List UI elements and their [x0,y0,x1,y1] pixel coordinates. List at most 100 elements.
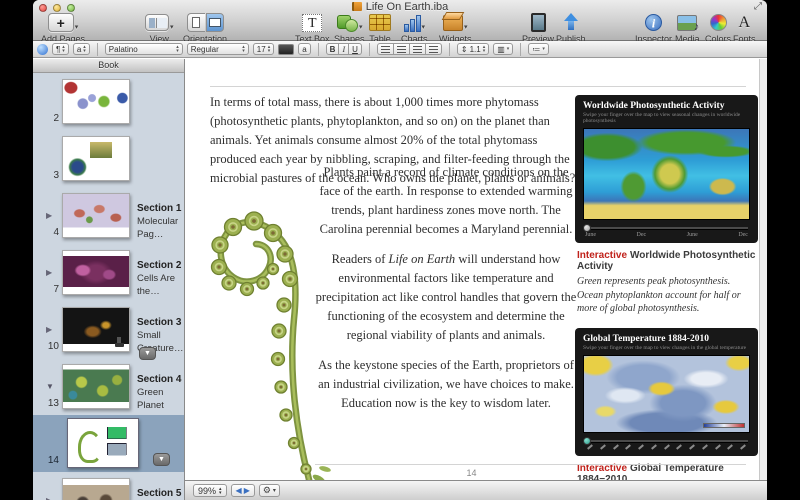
colors-icon [710,14,727,31]
action-gear-menu[interactable]: ⚙▾ [259,484,280,497]
widgets-button[interactable]: ▾ Widgets [439,12,472,44]
vertical-scrollbar[interactable] [759,59,767,480]
body-paragraph-4: As the keystone species of the Earth, pr… [313,356,579,413]
book-sidebar: Book 2 3 ▶ 4 Section 1Molecular Pag… ▶ 7… [33,59,185,500]
text-color-well[interactable] [278,44,294,55]
charts-button[interactable]: ▾ Charts [401,12,428,44]
fonts-button[interactable]: A Fonts [733,12,756,44]
format-bar: ¶▴▾ a▴▾ Palatino▴▾ Regular▴▾ 17▴▾ a B I … [33,41,767,58]
landscape-icon[interactable] [206,13,224,32]
shapes-button[interactable]: ▾ Shapes [334,12,365,44]
sidebar-page-2[interactable]: 2 [33,73,184,130]
photosynthesis-caption: InteractiveWorldwide Photosynthetic Acti… [577,250,756,316]
list-style-dropdown[interactable]: ≔ ▾ [528,43,549,55]
page-options-button[interactable]: ▼ [153,453,170,466]
disclosure-triangle-icon[interactable]: ▼ [46,382,54,391]
fern-illustration [191,157,333,480]
media-icon [677,15,697,31]
sidebar-section-4[interactable]: ▼ 13 Section 4Green Planet [33,358,184,415]
add-pages-button[interactable]: +▾ Add Pages [41,12,85,44]
publish-button[interactable]: Publish [556,12,586,44]
sidebar-section-2[interactable]: ▶ 7 Section 2Cells Are the… [33,244,184,301]
align-right-button[interactable] [410,43,426,55]
page-number: 14 [185,468,758,478]
document-icon [352,2,362,11]
font-style-dropdown[interactable]: Regular▴▾ [187,43,249,55]
page-thumbnail[interactable] [62,79,130,124]
section-thumbnail[interactable] [62,193,130,238]
disclosure-triangle-icon[interactable]: ▶ [46,496,52,500]
background-color-well[interactable]: a [298,43,310,55]
interactive-tag: Interactive [577,250,627,261]
preview-button[interactable]: Preview [522,12,554,44]
next-page-button[interactable]: ▶ [244,486,250,495]
underline-button[interactable]: U [349,43,362,55]
align-center-button[interactable] [394,43,410,55]
view-button[interactable]: ▾ View [145,12,174,44]
zoom-level-dropdown[interactable]: 99%▴▾ [193,484,227,497]
orientation-control[interactable]: Orientation [183,12,227,44]
font-size-stepper[interactable]: 17▴▾ [253,43,274,55]
photosynthesis-widget[interactable]: Worldwide Photosynthetic Activity Swipe … [575,95,758,243]
section-thumbnail[interactable] [62,250,130,295]
year-tick-marks [587,446,746,448]
sidebar-page-3[interactable]: 3 [33,130,184,187]
font-family-dropdown[interactable]: Palatino▴▾ [105,43,183,55]
photosynthesis-map[interactable] [583,128,750,220]
sidebar-section-3[interactable]: ▶ 10 Section 3Small Creature… ▼ [33,301,184,358]
table-button[interactable]: Table [369,12,391,44]
main-canvas: In terms of total mass, there is about 1… [185,59,767,500]
publish-icon [563,13,579,32]
fullscreen-icon[interactable]: ⤢ [754,1,762,12]
table-icon [369,14,391,31]
sidebar-section-1[interactable]: ▶ 4 Section 1Molecular Pag… [33,187,184,244]
text-box-icon: T [302,14,322,32]
book-page[interactable]: In terms of total mass, there is about 1… [185,59,758,480]
inspector-icon: i [645,14,662,31]
shapes-icon [336,13,358,32]
italic-button[interactable]: I [339,43,349,55]
year-slider[interactable] [583,436,750,452]
page-bottom-rule [315,464,746,465]
text-style-group: B I U [326,43,362,55]
alignment-group [377,43,442,55]
status-bar: 99%▴▾ ◀ ▶ ⚙▾ [185,480,767,500]
text-box-button[interactable]: T Text Box [295,12,330,44]
sidebar-section-5[interactable]: ▶ Section 5 [33,472,184,500]
app-window: Life On Earth.iba ⤢ +▾ Add Pages ▾ View … [33,0,767,500]
line-spacing-stepper[interactable]: ⇕ 1.1▴▾ [457,43,489,55]
colors-button[interactable]: Colors [705,12,731,44]
widgets-icon [443,15,463,31]
page-thumbnail[interactable] [62,136,130,181]
align-justify-button[interactable] [426,43,442,55]
paragraph-style-dropdown[interactable]: ¶▴▾ [52,43,69,55]
sidebar-page-14-selected[interactable]: 14 ▼ [33,415,184,472]
disclosure-triangle-icon[interactable]: ▶ [46,268,52,277]
charts-icon [404,14,421,32]
character-style-dropdown[interactable]: a▴▾ [73,43,90,55]
stamp-cursor-icon [115,337,124,348]
slider-knob-icon[interactable] [583,437,591,445]
section-thumbnail[interactable] [62,364,130,409]
style-sphere-icon[interactable] [37,44,48,55]
columns-dropdown[interactable]: ▥ ▾ [493,43,513,55]
inspector-button[interactable]: i Inspector [635,12,672,44]
body-text-column: Plants paint a record of climate conditi… [313,163,579,424]
slider-knob-icon[interactable] [583,224,591,232]
season-slider[interactable]: June Dec June Dec [583,223,750,239]
previous-page-button[interactable]: ◀ [236,486,242,495]
page-thumbnail[interactable] [67,418,139,468]
media-button[interactable]: Media [675,12,700,44]
bold-button[interactable]: B [326,43,340,55]
preview-icon [531,13,546,32]
portrait-icon[interactable] [187,13,205,32]
temperature-widget[interactable]: Global Temperature 1884-2010 Swipe your … [575,328,758,456]
disclosure-triangle-icon[interactable]: ▶ [46,211,52,220]
disclosure-triangle-icon[interactable]: ▶ [46,325,52,334]
body-paragraph-2: Plants paint a record of climate conditi… [313,163,579,239]
section-thumbnail[interactable] [62,478,130,500]
temperature-map[interactable] [583,355,750,433]
widget-column: Worldwide Photosynthetic Activity Swipe … [575,95,758,480]
body-paragraph-3: Readers of Life on Earth will understand… [313,250,579,345]
align-left-button[interactable] [377,43,394,55]
